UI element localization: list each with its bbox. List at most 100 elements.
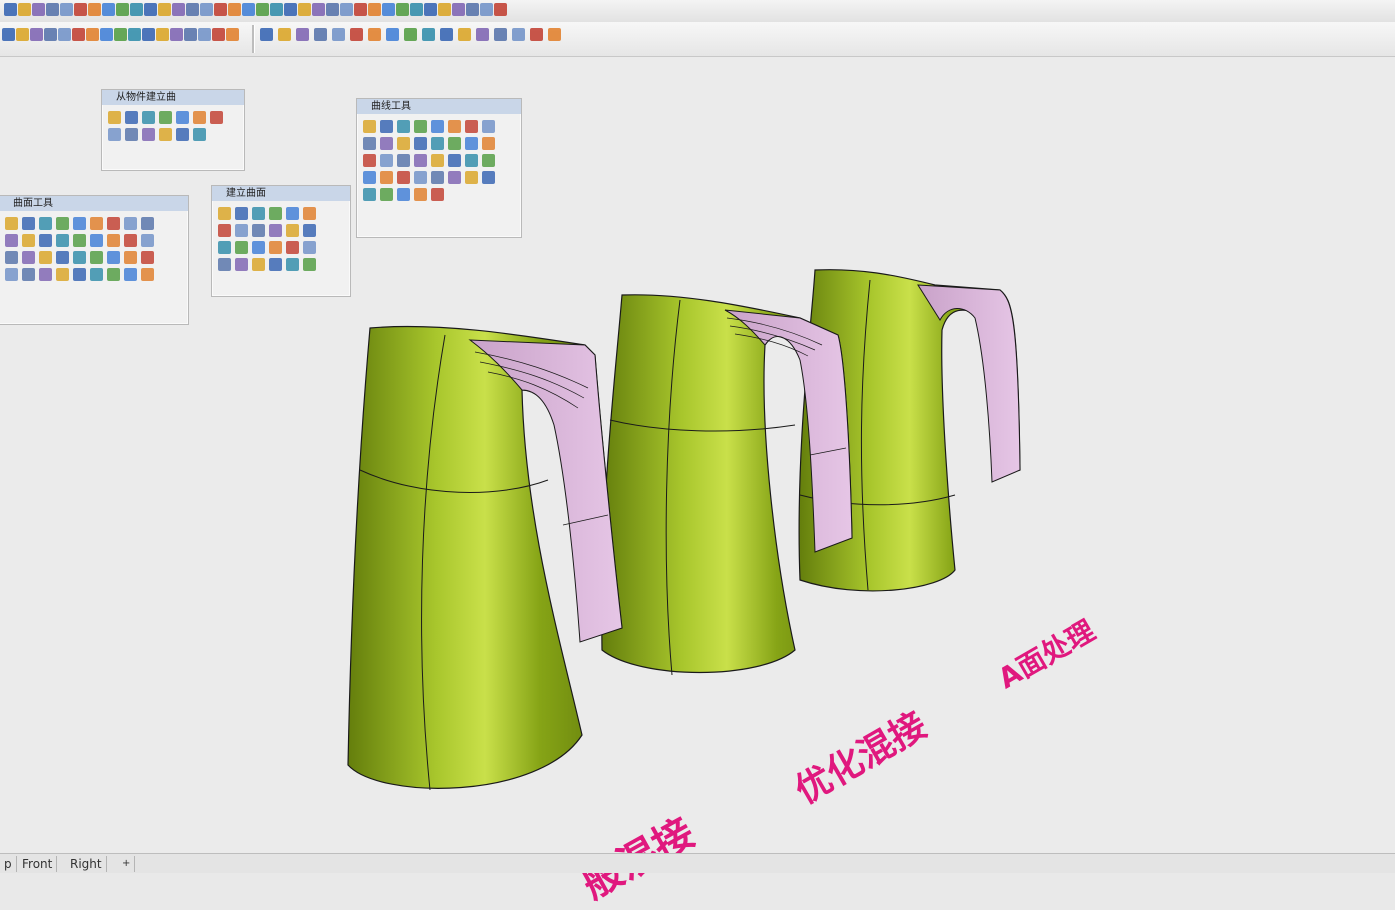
toolbar-tool-icon[interactable] (130, 3, 143, 16)
palette-tool-icon[interactable] (303, 241, 316, 254)
palette-tool-icon[interactable] (363, 154, 376, 167)
palette-tool-icon[interactable] (482, 154, 495, 167)
palette-tool-icon[interactable] (363, 188, 376, 201)
toolbar-tool-icon[interactable] (158, 3, 171, 16)
toolbar-tool-icon[interactable] (170, 28, 183, 41)
palette-tool-icon[interactable] (141, 251, 154, 264)
palette-tool-icon[interactable] (141, 234, 154, 247)
toolbar-tool-icon[interactable] (18, 3, 31, 16)
palette-tool-icon[interactable] (397, 154, 410, 167)
toolbar-tool-icon[interactable] (332, 28, 345, 41)
toolbar-tool-icon[interactable] (354, 3, 367, 16)
toolbar-tool-icon[interactable] (228, 3, 241, 16)
palette-tool-icon[interactable] (142, 128, 155, 141)
toolbar-tool-icon[interactable] (422, 28, 435, 41)
toolbar-tool-icon[interactable] (142, 28, 155, 41)
toolbar-tool-icon[interactable] (100, 28, 113, 41)
palette-tool-icon[interactable] (124, 217, 137, 230)
palette-tool-icon[interactable] (235, 207, 248, 220)
toolbar-tool-icon[interactable] (198, 28, 211, 41)
palette-tool-icon[interactable] (431, 154, 444, 167)
toolbar-tool-icon[interactable] (60, 3, 73, 16)
palette-tool-icon[interactable] (414, 120, 427, 133)
toolbar-tool-icon[interactable] (298, 3, 311, 16)
palette-tool-icon[interactable] (90, 268, 103, 281)
palette-tool-icon[interactable] (269, 258, 282, 271)
palette-tool-icon[interactable] (235, 258, 248, 271)
palette-tool-icon[interactable] (73, 251, 86, 264)
palette-tool-icon[interactable] (235, 241, 248, 254)
toolbar-tool-icon[interactable] (44, 28, 57, 41)
toolbar-tool-icon[interactable] (4, 3, 17, 16)
palette-tool-icon[interactable] (252, 207, 265, 220)
palette-tool-icon[interactable] (5, 251, 18, 264)
palette-tool-icon[interactable] (465, 120, 478, 133)
toolbar-tool-icon[interactable] (172, 3, 185, 16)
palette-tool-icon[interactable] (56, 217, 69, 230)
toolbar-tool-icon[interactable] (396, 3, 409, 16)
palette-tool-icon[interactable] (22, 217, 35, 230)
toolbar-tool-icon[interactable] (74, 3, 87, 16)
palette-tool-icon[interactable] (39, 217, 52, 230)
palette-tool-icon[interactable] (448, 171, 461, 184)
curve-tools-palette[interactable]: 曲线工具 (356, 98, 522, 238)
toolbar-tool-icon[interactable] (102, 3, 115, 16)
palette-tool-icon[interactable] (397, 171, 410, 184)
palette-tool-icon[interactable] (218, 241, 231, 254)
toolbar-tool-icon[interactable] (296, 28, 309, 41)
palette-tool-icon[interactable] (107, 217, 120, 230)
palette-tool-icon[interactable] (269, 241, 282, 254)
toolbar-tool-icon[interactable] (438, 3, 451, 16)
toolbar-tool-icon[interactable] (88, 3, 101, 16)
palette-tool-icon[interactable] (125, 128, 138, 141)
palette-tool-icon[interactable] (141, 268, 154, 281)
palette-tool-icon[interactable] (269, 207, 282, 220)
toolbar-tool-icon[interactable] (72, 28, 85, 41)
palette-title[interactable]: 曲面工具 (0, 196, 188, 211)
palette-tool-icon[interactable] (303, 207, 316, 220)
palette-tool-icon[interactable] (22, 251, 35, 264)
palette-tool-icon[interactable] (193, 128, 206, 141)
palette-tool-icon[interactable] (73, 217, 86, 230)
plus-icon[interactable]: + (118, 856, 136, 872)
palette-tool-icon[interactable] (380, 154, 393, 167)
palette-tool-icon[interactable] (107, 268, 120, 281)
perspective-viewport[interactable]: 般混接 优化混接 A面处理 (0, 57, 1395, 908)
toolbar-tool-icon[interactable] (114, 28, 127, 41)
palette-tool-icon[interactable] (448, 120, 461, 133)
toolbar-tool-icon[interactable] (256, 3, 269, 16)
palette-tool-icon[interactable] (22, 268, 35, 281)
palette-tool-icon[interactable] (252, 258, 265, 271)
palette-tool-icon[interactable] (39, 234, 52, 247)
palette-tool-icon[interactable] (448, 137, 461, 150)
palette-tool-icon[interactable] (482, 171, 495, 184)
palette-tool-icon[interactable] (108, 128, 121, 141)
palette-tool-icon[interactable] (235, 224, 248, 237)
palette-tool-icon[interactable] (397, 188, 410, 201)
palette-tool-icon[interactable] (269, 224, 282, 237)
palette-tool-icon[interactable] (107, 234, 120, 247)
toolbar-tool-icon[interactable] (30, 28, 43, 41)
palette-tool-icon[interactable] (39, 251, 52, 264)
palette-tool-icon[interactable] (414, 137, 427, 150)
toolbar-tool-icon[interactable] (32, 3, 45, 16)
palette-tool-icon[interactable] (465, 137, 478, 150)
palette-tool-icon[interactable] (465, 171, 478, 184)
toolbar-tool-icon[interactable] (368, 28, 381, 41)
toolbar-tool-icon[interactable] (184, 28, 197, 41)
toolbar-tool-icon[interactable] (340, 3, 353, 16)
toolbar-tool-icon[interactable] (284, 3, 297, 16)
palette-tool-icon[interactable] (124, 234, 137, 247)
toolbar-tool-icon[interactable] (226, 28, 239, 41)
toolbar-tool-icon[interactable] (480, 3, 493, 16)
palette-tool-icon[interactable] (193, 111, 206, 124)
toolbar-tool-icon[interactable] (466, 3, 479, 16)
toolbar-tool-icon[interactable] (476, 28, 489, 41)
jug-optimized-blend[interactable] (601, 294, 853, 676)
toolbar-tool-icon[interactable] (278, 28, 291, 41)
toolbar-tool-icon[interactable] (548, 28, 561, 41)
palette-tool-icon[interactable] (363, 120, 376, 133)
palette-tool-icon[interactable] (124, 251, 137, 264)
palette-tool-icon[interactable] (380, 137, 393, 150)
toolbar-tool-icon[interactable] (424, 3, 437, 16)
